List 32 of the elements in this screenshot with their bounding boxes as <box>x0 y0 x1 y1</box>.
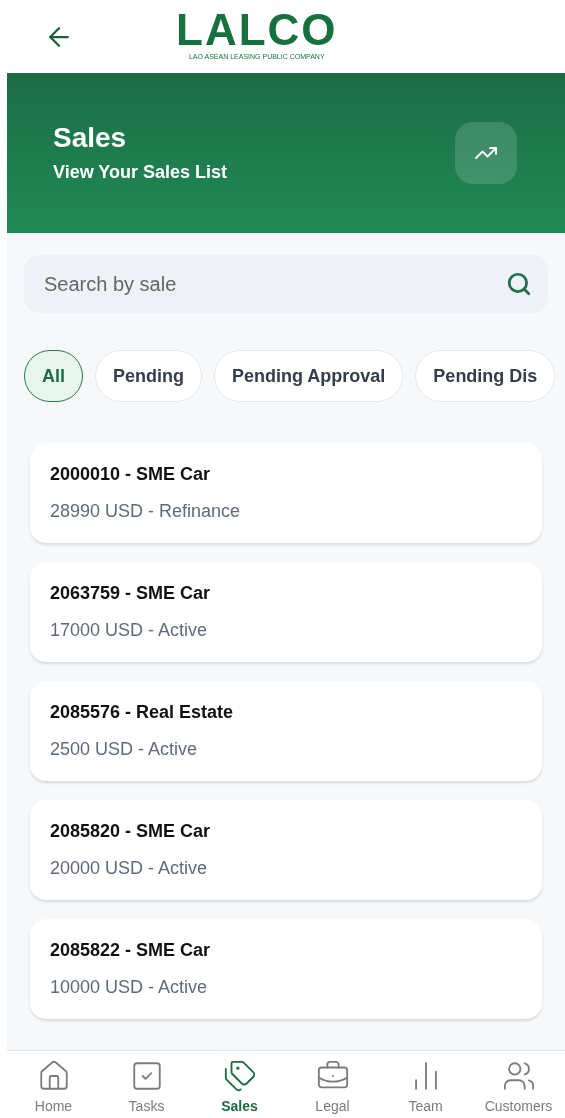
filter-chip[interactable]: Pending Approval <box>214 350 404 402</box>
filter-chip[interactable]: Pending <box>95 350 202 402</box>
users-icon <box>501 1059 536 1093</box>
sale-card[interactable]: 2085822 - SME Car 10000 USD - Active <box>30 919 542 1019</box>
sale-card[interactable]: 2085576 - Real Estate 2500 USD - Active <box>30 681 542 781</box>
sale-detail: 2500 USD - Active <box>50 738 199 761</box>
sale-title: 2085576 - Real Estate <box>50 701 235 724</box>
sale-card[interactable]: 2085820 - SME Car 20000 USD - Active <box>30 800 542 900</box>
search-icon[interactable] <box>506 271 532 297</box>
sale-detail: 20000 USD - Active <box>50 857 209 880</box>
sale-detail: 28990 USD - Refinance <box>50 500 242 523</box>
page-subtitle: View Your Sales List <box>53 160 228 184</box>
nav-tab[interactable]: Customers <box>472 1059 565 1115</box>
sale-title: 2085820 - SME Car <box>50 820 212 843</box>
sale-card[interactable]: 2000010 - SME Car 28990 USD - Refinance <box>30 443 542 543</box>
tags-icon <box>222 1059 257 1093</box>
sale-detail: 17000 USD - Active <box>50 619 209 642</box>
nav-tab[interactable]: Team <box>379 1059 472 1115</box>
filter-chip[interactable]: Pending Dis <box>415 350 556 402</box>
nav-tab[interactable]: Sales <box>193 1059 286 1115</box>
search-field[interactable]: Search by sale <box>24 255 548 313</box>
sale-title: 2063759 - SME Car <box>50 582 212 605</box>
sale-card[interactable]: 2063759 - SME Car 17000 USD - Active <box>30 562 542 662</box>
sale-title: 2000010 - SME Car <box>50 463 212 486</box>
trend-button[interactable] <box>455 122 517 184</box>
sale-title: 2085822 - SME Car <box>50 939 212 962</box>
nav-tab[interactable]: Tasks <box>100 1059 193 1115</box>
filter-chip[interactable]: All <box>24 350 83 402</box>
nav-tab[interactable]: Legal <box>286 1059 379 1115</box>
sale-detail: 10000 USD - Active <box>50 976 209 999</box>
nav-tab[interactable]: Home <box>7 1059 100 1115</box>
page-title: Sales <box>53 120 128 155</box>
